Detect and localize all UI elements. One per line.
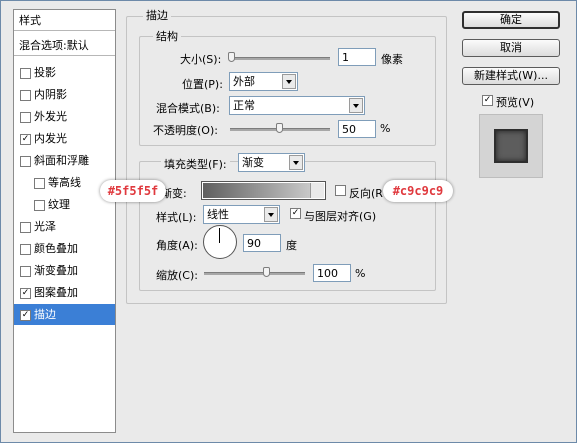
sidebar-item-checkbox[interactable] — [20, 222, 31, 233]
left-color-annotation: #5f5f5f — [100, 180, 166, 202]
style-value: 线性 — [207, 208, 229, 221]
angle-dial-needle — [219, 228, 220, 243]
sidebar-item-label: 光泽 — [34, 220, 56, 233]
sidebar-item-label: 纹理 — [48, 198, 70, 211]
size-unit: 像素 — [381, 53, 403, 66]
right-color-annotation: #c9c9c9 — [383, 180, 453, 202]
position-select[interactable]: 外部 — [229, 72, 298, 91]
preview-swatch — [494, 129, 528, 163]
sidebar-item-checkbox[interactable] — [20, 112, 31, 123]
angle-dial[interactable] — [203, 225, 237, 259]
styles-header[interactable]: 样式 — [14, 10, 115, 31]
align-layer-checkbox[interactable]: ✓ — [290, 208, 301, 219]
sidebar-item[interactable]: 内阴影 — [14, 84, 115, 105]
sidebar-item[interactable]: ✓ 图案叠加 — [14, 282, 115, 303]
sidebar-item-label: 投影 — [34, 66, 56, 79]
sidebar-item-checkbox[interactable] — [34, 178, 45, 189]
style-preview-thumbnail — [479, 114, 543, 178]
sidebar-item-label: 渐变叠加 — [34, 264, 78, 277]
sidebar-item[interactable]: 颜色叠加 — [14, 238, 115, 259]
sidebar-item[interactable]: 斜面和浮雕 — [14, 150, 115, 171]
sidebar-item-label: 斜面和浮雕 — [34, 154, 89, 167]
blend-mode-value: 正常 — [233, 99, 255, 112]
chevron-down-icon — [289, 155, 303, 170]
scale-input[interactable]: 100 — [313, 264, 351, 282]
sidebar-item-checkbox[interactable]: ✓ — [20, 310, 31, 321]
gradient-swatch — [203, 183, 311, 198]
fill-type-label: 填充类型(F): — [161, 156, 230, 172]
reverse-checkbox[interactable] — [335, 185, 346, 196]
gradient-picker[interactable] — [201, 181, 326, 200]
sidebar-item[interactable]: 外发光 — [14, 106, 115, 127]
size-input[interactable]: 1 — [338, 48, 376, 66]
sidebar-item-checkbox[interactable]: ✓ — [20, 288, 31, 299]
scale-unit: % — [355, 267, 366, 280]
position-value: 外部 — [233, 75, 255, 88]
scale-slider-track[interactable] — [204, 272, 305, 275]
chevron-down-icon — [282, 74, 296, 89]
sidebar-item-label: 内阴影 — [34, 88, 67, 101]
sidebar-item[interactable]: 投影 — [14, 62, 115, 83]
sidebar-item[interactable]: 渐变叠加 — [14, 260, 115, 281]
position-label: 位置(P): — [182, 78, 223, 91]
sidebar-item-label: 等高线 — [48, 176, 81, 189]
opacity-label: 不透明度(O): — [153, 124, 218, 137]
blend-mode-label: 混合模式(B): — [156, 102, 220, 115]
scale-label: 缩放(C): — [156, 269, 198, 282]
chevron-down-icon — [349, 98, 363, 113]
angle-input[interactable]: 90 — [243, 234, 281, 252]
sidebar-item-checkbox[interactable] — [20, 156, 31, 167]
fill-type-value: 渐变 — [242, 156, 264, 169]
style-label: 样式(L): — [156, 211, 197, 224]
chevron-down-icon — [310, 183, 324, 198]
reverse-label: 反向(R — [349, 187, 383, 200]
preview-checkbox[interactable]: ✓ — [482, 95, 493, 106]
fill-type-select[interactable]: 渐变 — [238, 153, 305, 172]
opacity-slider-thumb[interactable] — [276, 123, 283, 133]
styles-list: 样式 混合选项:默认 投影 内阴影 外发光 ✓ 内发光 斜面和浮雕 等高线 纹理 光泽 颜色叠加渐… — [13, 9, 116, 433]
stroke-title: 描边 — [143, 7, 171, 23]
layer-style-dialog: 样式 混合选项:默认 投影 内阴影 外发光 ✓ 内发光 斜面和浮雕 等高线 纹理 光泽 颜色叠加渐… — [0, 0, 577, 443]
sidebar-item-checkbox[interactable] — [20, 266, 31, 277]
sidebar-item-label: 图案叠加 — [34, 286, 78, 299]
sidebar-item[interactable]: ✓ 内发光 — [14, 128, 115, 149]
sidebar-item-checkbox[interactable] — [20, 244, 31, 255]
scale-slider-thumb[interactable] — [263, 267, 270, 277]
align-layer-label: 与图层对齐(G) — [304, 210, 377, 223]
sidebar-item-label: 描边 — [34, 308, 56, 321]
sidebar-item-label: 内发光 — [34, 132, 67, 145]
style-select[interactable]: 线性 — [203, 205, 280, 224]
sidebar-item-label: 颜色叠加 — [34, 242, 78, 255]
ok-button[interactable]: 确定 — [462, 11, 560, 29]
size-slider-thumb[interactable] — [228, 52, 235, 62]
styles-header-label: 样式 — [19, 14, 41, 27]
new-style-button[interactable]: 新建样式(W)... — [462, 67, 560, 85]
structure-title: 结构 — [153, 28, 181, 44]
size-label: 大小(S): — [180, 53, 222, 66]
sidebar-item[interactable]: ✓ 描边 — [14, 304, 115, 325]
sidebar-item[interactable]: 纹理 — [14, 194, 115, 215]
opacity-unit: % — [380, 122, 391, 135]
sidebar-item-checkbox[interactable] — [34, 200, 45, 211]
opacity-input[interactable]: 50 — [338, 120, 376, 138]
sidebar-item-checkbox[interactable] — [20, 68, 31, 79]
angle-unit: 度 — [286, 239, 297, 252]
sidebar-item-label: 外发光 — [34, 110, 67, 123]
chevron-down-icon — [264, 207, 278, 222]
sidebar-item[interactable]: 光泽 — [14, 216, 115, 237]
angle-label: 角度(A): — [156, 239, 198, 252]
sidebar-item-checkbox[interactable]: ✓ — [20, 134, 31, 145]
blend-options-label: 混合选项:默认 — [19, 39, 89, 52]
preview-label: 预览(V) — [496, 96, 535, 109]
blend-mode-select[interactable]: 正常 — [229, 96, 365, 115]
blend-options-item[interactable]: 混合选项:默认 — [14, 35, 115, 56]
size-slider-track[interactable] — [230, 57, 330, 60]
sidebar-item-checkbox[interactable] — [20, 90, 31, 101]
cancel-button[interactable]: 取消 — [462, 39, 560, 57]
